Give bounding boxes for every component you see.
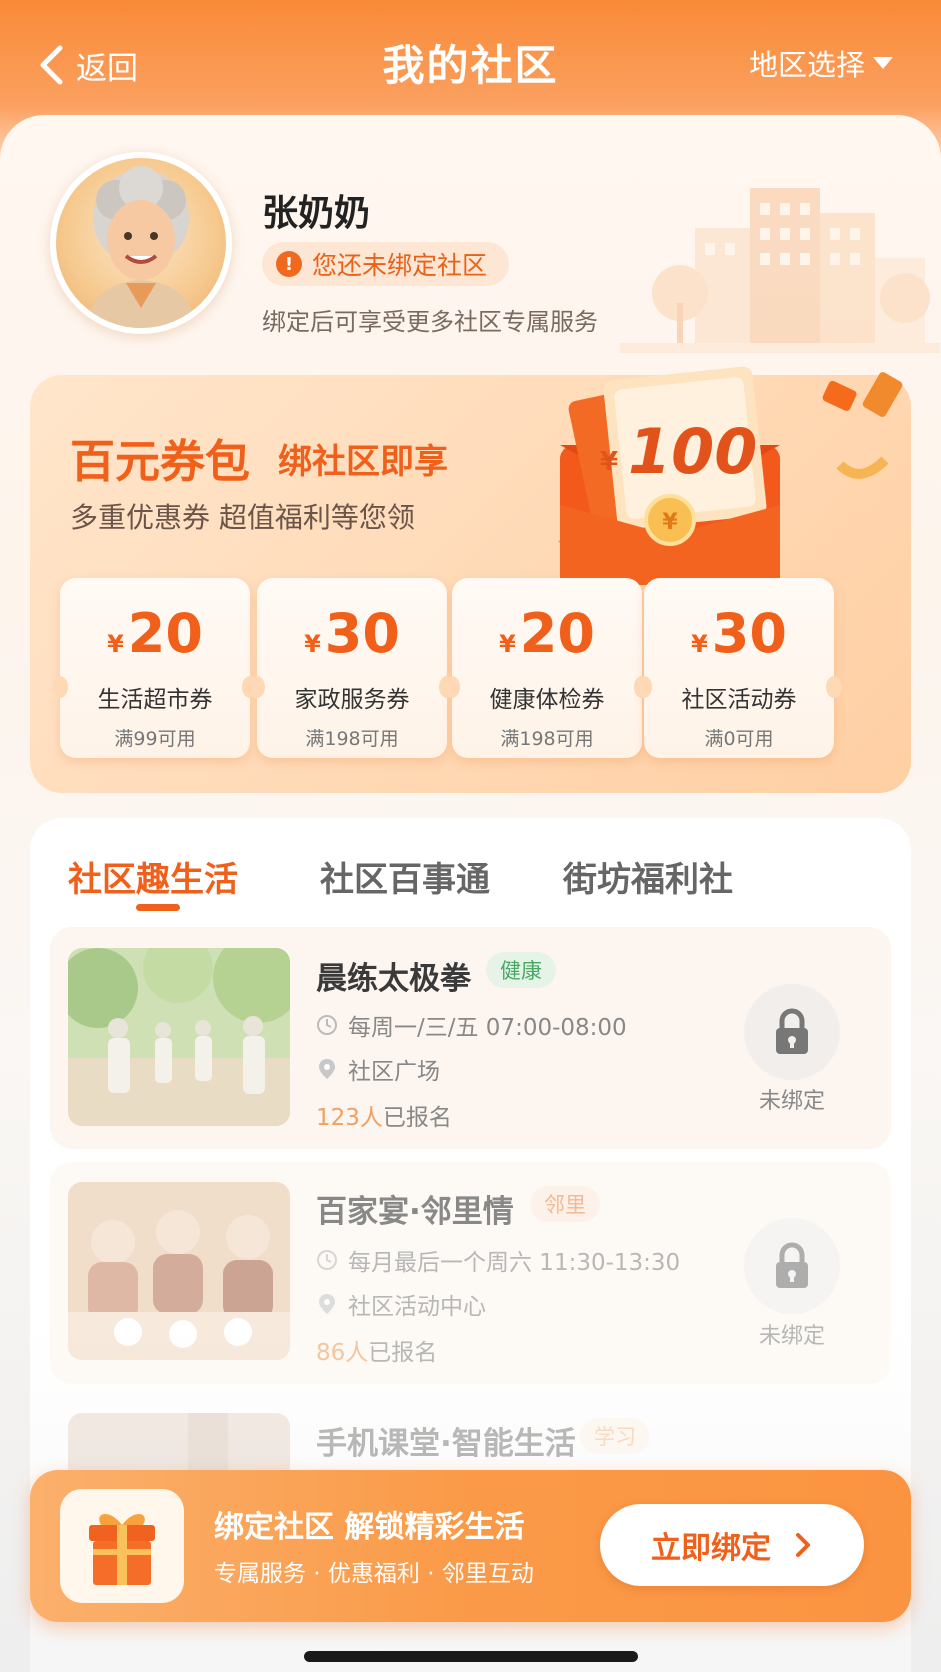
chevron-right-icon xyxy=(796,1533,810,1557)
coupon-pack-title: 百元券包 xyxy=(70,435,251,488)
tab-community-life[interactable]: 社区趣生活 xyxy=(68,852,238,901)
activity-title: 百家宴·邻里情 xyxy=(316,1194,514,1230)
activity-tag: 学习 xyxy=(580,1418,650,1454)
banner-subtitle: 专属服务 · 优惠福利 · 邻里互动 xyxy=(214,1561,534,1587)
taichi-photo xyxy=(68,948,290,1126)
lock-icon xyxy=(776,1008,808,1054)
activity-signup-count: 123人已报名 xyxy=(316,1105,452,1131)
phone-class-photo xyxy=(68,1413,290,1473)
tab-neighborhood-welfare[interactable]: 街坊福利社 xyxy=(563,852,733,901)
gift-box-icon xyxy=(60,1489,184,1603)
bind-now-label: 立即绑定 xyxy=(651,1531,771,1566)
avatar xyxy=(50,152,232,334)
coupon-name: 健康体检券 xyxy=(489,687,605,713)
coupon-condition: 满99可用 xyxy=(114,728,196,750)
coupon-item[interactable]: ¥20 生活超市券 满99可用 xyxy=(52,578,258,758)
clock-icon xyxy=(317,1015,337,1035)
svg-text:¥: ¥ xyxy=(662,510,678,535)
clock-icon xyxy=(317,1250,337,1270)
coupon-condition: 满198可用 xyxy=(500,728,594,750)
locked-join-button[interactable] xyxy=(744,1218,840,1314)
coupon-amount: 30 xyxy=(711,602,787,665)
activity-tag: 健康 xyxy=(486,952,556,988)
activity-place: 社区活动中心 xyxy=(316,1287,486,1321)
locked-join-button[interactable] xyxy=(744,984,840,1080)
activity-signup-count: 86人已报名 xyxy=(316,1340,438,1366)
activity-title: 晨练太极拳 xyxy=(316,961,471,997)
coupon-name: 家政服务券 xyxy=(294,687,410,713)
tab-community-info[interactable]: 社区百事通 xyxy=(320,852,490,901)
warning-text: 您还未绑定社区 xyxy=(312,251,488,280)
bind-now-button[interactable]: 立即绑定 xyxy=(600,1504,864,1586)
activity-tag: 邻里 xyxy=(530,1186,600,1222)
location-pin-icon xyxy=(319,1294,335,1314)
region-selector[interactable]: 地区选择 xyxy=(749,42,893,84)
exclamation-icon: ! xyxy=(276,251,302,277)
bind-hint-text: 绑定后可享受更多社区专属服务 xyxy=(262,308,598,336)
coupon-name: 社区活动券 xyxy=(681,687,797,713)
coupon-condition: 满198可用 xyxy=(305,728,399,750)
unbound-warning-badge: ! 您还未绑定社区 xyxy=(262,242,510,286)
lock-icon xyxy=(776,1242,808,1288)
user-name: 张奶奶 xyxy=(262,193,371,234)
coupon-item[interactable]: ¥20 健康体检券 满198可用 xyxy=(444,578,650,758)
coupon-pack-subtitle: 绑社区即享 xyxy=(278,442,448,482)
red-packet-amount: 100 xyxy=(628,415,757,488)
coupon-item[interactable]: ¥30 家政服务券 满198可用 xyxy=(249,578,455,758)
lock-label: 未绑定 xyxy=(758,1324,825,1349)
neighborhood-feast-photo xyxy=(68,1182,290,1360)
home-indicator xyxy=(304,1651,638,1662)
coupon-amount: 20 xyxy=(127,602,203,665)
red-packet-symbol: ¥ xyxy=(600,447,618,477)
coupon-amount: 20 xyxy=(519,602,595,665)
region-label: 地区选择 xyxy=(748,48,865,82)
activity-title: 手机课堂·智能生活 xyxy=(316,1426,576,1462)
location-pin-icon xyxy=(319,1059,335,1079)
grandma-portrait-image xyxy=(86,166,196,328)
coupon-pack-desc: 多重优惠券 超值福利等您领 xyxy=(70,501,415,534)
active-tab-indicator xyxy=(136,904,180,911)
activity-time: 每月最后一个周六 11:30-13:30 xyxy=(316,1243,680,1277)
red-packet-illustration: ¥ ¥ 100 ¥ xyxy=(558,366,903,585)
coupon-item[interactable]: ¥30 社区活动券 满0可用 xyxy=(636,578,842,758)
activity-place: 社区广场 xyxy=(316,1052,440,1086)
caret-down-icon xyxy=(873,57,893,69)
lock-label: 未绑定 xyxy=(758,1089,825,1114)
coupon-condition: 满0可用 xyxy=(704,728,774,750)
banner-title: 绑定社区 解锁精彩生活 xyxy=(214,1510,525,1545)
coupon-amount: 30 xyxy=(324,602,400,665)
coupon-name: 生活超市券 xyxy=(97,687,213,713)
activity-time: 每周一/三/五 07:00-08:00 xyxy=(316,1008,627,1042)
city-buildings-illustration xyxy=(620,188,940,353)
